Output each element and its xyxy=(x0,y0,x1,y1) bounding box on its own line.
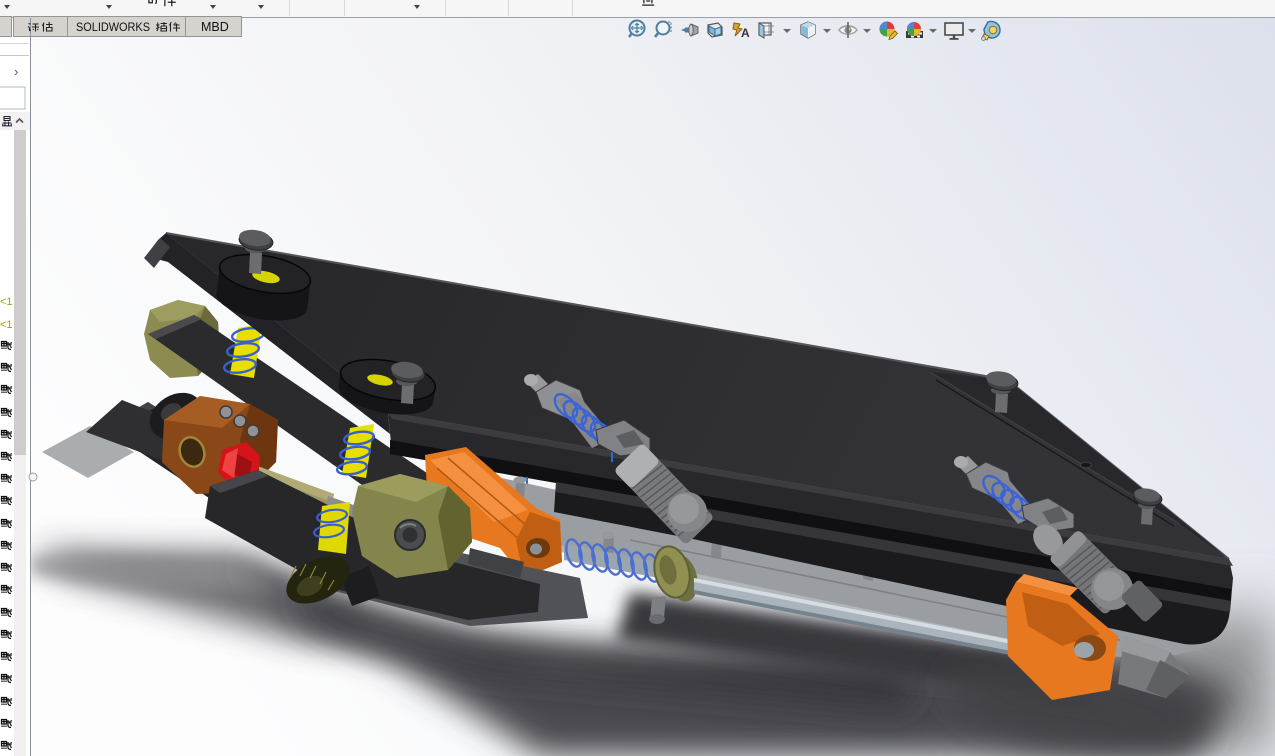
svg-text:<1: <1 xyxy=(0,296,13,308)
svg-text:A: A xyxy=(741,26,750,40)
svg-text:SOLIDWORKS: SOLIDWORKS xyxy=(76,20,150,34)
svg-text:<1: <1 xyxy=(0,319,13,331)
svg-text:›: › xyxy=(14,64,18,79)
svg-text:MBD: MBD xyxy=(201,20,229,34)
